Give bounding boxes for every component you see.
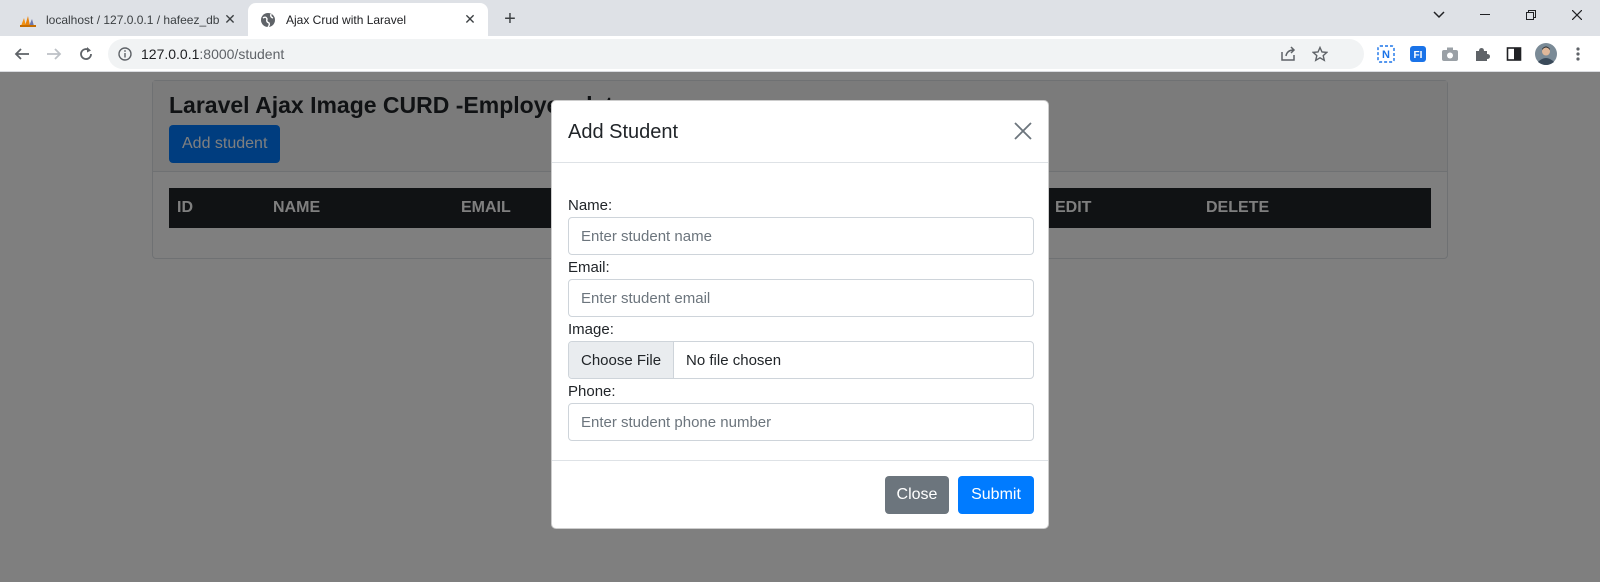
name-label: Name: [568,197,613,214]
modal-title: Add Student [568,121,679,143]
add-student-modal: Add Student Name: Enter student name Ema… [551,100,1049,529]
browser-toolbar: 127.0.0.1:8000/student N FI [0,36,1600,72]
image-file-input[interactable]: Choose File No file chosen [568,341,1034,379]
email-input[interactable]: Enter student email [568,279,1034,317]
close-button[interactable]: Close [885,476,949,514]
phone-label: Phone: [568,383,616,400]
tab-search-icon[interactable] [1416,0,1462,30]
close-tab-icon[interactable]: ✕ [220,10,240,30]
tab-phpmyadmin[interactable]: localhost / 127.0.0.1 / hafeez_db | phpM… [8,3,248,36]
site-info-icon[interactable] [117,46,133,62]
side-panel-icon[interactable] [1500,40,1528,68]
close-icon[interactable] [1010,118,1036,144]
extension-n-icon[interactable]: N [1372,40,1400,68]
extensions-puzzle-icon[interactable] [1468,40,1496,68]
submit-button[interactable]: Submit [958,476,1034,514]
name-input[interactable]: Enter student name [568,217,1034,255]
phpmyadmin-icon [20,12,36,28]
share-icon[interactable] [1274,39,1302,69]
kebab-menu-icon[interactable] [1564,40,1592,68]
camera-icon[interactable] [1436,40,1464,68]
bookmark-star-icon[interactable] [1306,39,1334,69]
tab-title: localhost / 127.0.0.1 / hafeez_db | phpM… [46,12,220,27]
modal-footer: Close Submit [552,461,1048,528]
close-tab-icon[interactable]: ✕ [460,10,480,30]
phone-input[interactable]: Enter student phone number [568,403,1034,441]
close-window-icon[interactable] [1554,0,1600,30]
choose-file-button[interactable]: Choose File [569,342,675,378]
address-bar[interactable]: 127.0.0.1:8000/student [108,39,1364,69]
restore-icon[interactable] [1508,0,1554,30]
browser-tab-strip: localhost / 127.0.0.1 / hafeez_db | phpM… [0,0,1600,36]
page-viewport: Laravel Ajax Image CURD -Employee data A… [0,72,1600,582]
back-arrow-icon[interactable] [8,40,36,68]
svg-text:N: N [1382,49,1390,61]
globe-icon [260,12,276,28]
file-status-text: No file chosen [686,351,782,369]
reload-icon[interactable] [72,40,100,68]
svg-text:FI: FI [1414,50,1423,61]
avatar[interactable] [1532,40,1560,68]
new-tab-button[interactable]: + [497,6,523,32]
modal-body: Name: Enter student name Email: Enter st… [552,163,1048,461]
tab-ajax-crud[interactable]: Ajax Crud with Laravel ✕ [248,3,488,36]
forward-arrow-icon[interactable] [40,40,68,68]
url-text: 127.0.0.1:8000/student [141,46,284,62]
image-label: Image: [568,321,614,338]
minimize-icon[interactable] [1462,0,1508,30]
url-path: :8000/student [199,46,285,62]
url-host: 127.0.0.1 [141,46,200,62]
tab-title: Ajax Crud with Laravel [286,12,407,27]
extension-fi-icon[interactable]: FI [1404,40,1432,68]
modal-header: Add Student [552,101,1048,163]
email-label: Email: [568,259,610,276]
